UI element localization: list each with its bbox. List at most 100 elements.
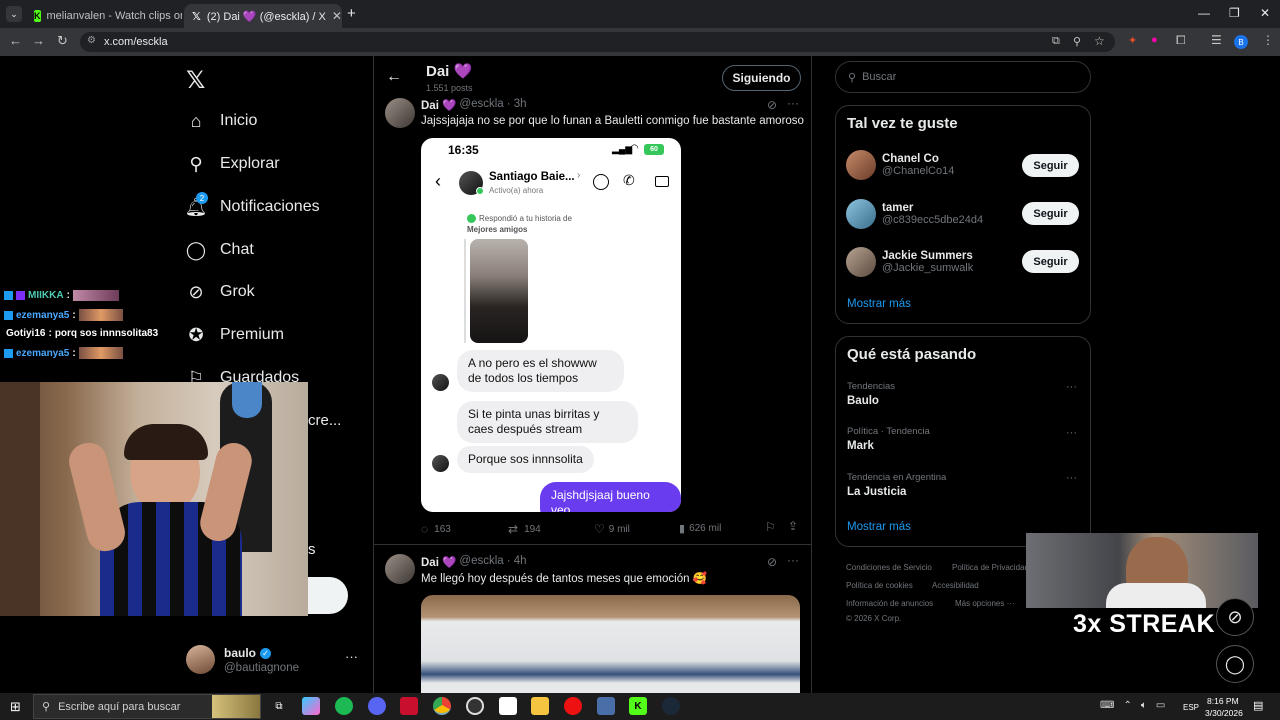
account-switcher[interactable]: baulo ✓ @bautiagnone ··· (186, 645, 361, 677)
sidebar-item-explorar[interactable]: ⚲ Explorar (186, 154, 279, 174)
sidebar-item-partial[interactable]: s (308, 541, 316, 558)
suggestion-item[interactable]: Jackie Summers @Jackie_sumwalk (846, 247, 973, 277)
post-time[interactable]: · 3h (507, 98, 527, 112)
minimize-icon[interactable]: — (1198, 6, 1210, 20)
obs-icon[interactable] (466, 697, 484, 715)
search-icon: ⚲ (848, 71, 857, 84)
show-more-link[interactable]: Mostrar más (847, 521, 911, 533)
post[interactable]: Dai 💜 @esckla · 4h ⊘ ··· Me llegó hoy de… (374, 551, 811, 693)
reading-list-icon[interactable]: ☰ (1211, 33, 1222, 47)
zoom-icon[interactable]: ⚲ (1073, 35, 1081, 48)
more-icon[interactable]: ··· (787, 96, 799, 110)
repost-button[interactable]: ⇄ 194 (508, 522, 541, 536)
suggestion-item[interactable]: tamer @c839ecc5dbe24d4 (846, 199, 983, 229)
opera-icon[interactable] (564, 697, 582, 715)
post-handle[interactable]: @esckla (459, 98, 503, 112)
app-icon[interactable] (499, 697, 517, 715)
footer-link[interactable]: Accesibilidad (932, 581, 979, 590)
post-time[interactable]: · 4h (507, 555, 527, 569)
clock-date[interactable]: 3/30/2026 (1205, 708, 1243, 718)
post[interactable]: Dai 💜 @esckla · 3h ⊘ ··· Jajssjajaja no … (374, 94, 811, 544)
sidebar-item-notificaciones[interactable]: 🔔︎ 2 Notificaciones (185, 192, 320, 217)
back-arrow-icon[interactable]: ← (386, 68, 402, 86)
notification-center-icon[interactable]: ▤ (1253, 699, 1263, 712)
back-icon[interactable]: ← (9, 33, 22, 48)
chrome-icon[interactable] (433, 697, 451, 715)
grok-icon[interactable]: ⊘ (767, 98, 777, 112)
search-input[interactable]: ⚲ Buscar (835, 61, 1091, 93)
footer-link[interactable]: Política de cookies (846, 581, 913, 590)
grok-float-button[interactable]: ⊘ (1216, 598, 1254, 636)
menu-kebab-icon[interactable]: ⋮ (1262, 33, 1274, 47)
more-icon[interactable]: ··· (345, 649, 358, 664)
tray-icons[interactable]: ⌨ ⌃ 🔈︎ ▭ (1100, 700, 1165, 711)
chat-float-button[interactable]: ◯ (1216, 645, 1254, 683)
sidebar-item-chat[interactable]: ◯ Chat (186, 240, 254, 260)
bookmark-icon[interactable]: ⚐ (765, 520, 776, 534)
install-app-icon[interactable]: ⧉ (1052, 35, 1060, 48)
follow-button[interactable]: Seguir (1022, 250, 1079, 273)
sidebar-item-premium[interactable]: ✪ Premium (186, 325, 284, 345)
post-button-partial[interactable] (308, 577, 348, 614)
close-window-icon[interactable]: ✕ (1260, 6, 1270, 20)
file-explorer-icon[interactable] (531, 697, 549, 715)
forward-icon[interactable]: → (32, 33, 45, 48)
trend-item[interactable]: Política · Tendencia Mark (847, 426, 930, 452)
post-handle[interactable]: @esckla (459, 555, 503, 569)
sidebar-item-inicio[interactable]: ⌂ Inicio (186, 111, 258, 131)
more-icon[interactable]: ··· (1066, 472, 1077, 484)
show-more-link[interactable]: Mostrar más (847, 298, 911, 310)
tab-kick[interactable]: K melianvalen - Watch clips on K ✕ (26, 4, 182, 28)
trend-item[interactable]: Tendencias Baulo (847, 381, 895, 407)
follow-button[interactable]: Seguir (1022, 202, 1079, 225)
like-button[interactable]: ♡ 9 mil (594, 522, 630, 536)
post-image[interactable]: 16:35 ▂▄▆ ◠ 60 ‹ Santiago Baie... › Acti… (421, 138, 681, 512)
post-image[interactable] (421, 595, 800, 693)
more-icon[interactable]: ··· (1066, 427, 1077, 439)
steam-icon[interactable] (662, 697, 680, 715)
site-info-icon[interactable]: ⚙ (87, 35, 96, 46)
trend-item[interactable]: Tendencia en Argentina La Justicia (847, 472, 946, 498)
follow-button[interactable]: Seguir (1022, 154, 1079, 177)
more-icon[interactable]: ··· (787, 553, 799, 567)
suggestion-item[interactable]: Chanel Co @ChanelCo14 (846, 150, 954, 180)
share-icon[interactable]: ⇪ (788, 519, 798, 533)
reply-button[interactable]: ◌ 163 (421, 522, 451, 536)
extension-icon[interactable]: ● (1151, 34, 1158, 46)
tab-x[interactable]: 𝕏 (2) Dai 💜 (@esckla) / X ✕ (184, 4, 342, 28)
footer-link[interactable]: Política de Privacidad (952, 563, 1029, 572)
bookmark-star-icon[interactable]: ☆ (1094, 34, 1105, 48)
sidebar-item-create-partial[interactable]: cre... (308, 412, 341, 429)
footer-link[interactable]: Condiciones de Servicio (846, 563, 932, 572)
app-icon[interactable] (597, 697, 615, 715)
footer-link[interactable]: Más opciones ··· (955, 599, 1015, 608)
app-icon[interactable] (400, 697, 418, 715)
start-button[interactable]: ⊞ (10, 699, 21, 715)
post-author[interactable]: Dai 💜 (421, 555, 456, 569)
grok-icon[interactable]: ⊘ (767, 555, 777, 569)
tab-search-button[interactable]: ⌄ (6, 6, 22, 22)
copilot-icon[interactable] (302, 697, 320, 715)
restore-icon[interactable]: ❐ (1229, 6, 1240, 20)
profile-avatar[interactable]: B (1234, 35, 1248, 49)
address-bar[interactable]: ⚙ x.com/esckla ⧉ ⚲ ☆ (80, 32, 1115, 52)
sidebar-item-grok[interactable]: ⊘ Grok (186, 282, 254, 302)
taskbar-search[interactable]: ⚲ Escribe aquí para buscar (33, 694, 261, 719)
kick-icon[interactable]: K (629, 697, 647, 715)
x-logo-icon[interactable]: 𝕏 (186, 66, 205, 95)
language-indicator[interactable]: ESP (1183, 703, 1199, 712)
discord-icon[interactable] (368, 697, 386, 715)
following-button[interactable]: Siguiendo (722, 65, 801, 91)
reload-icon[interactable]: ↻ (57, 33, 68, 49)
new-tab-button[interactable]: + (347, 5, 356, 22)
post-author[interactable]: Dai 💜 (421, 98, 456, 112)
clock-time[interactable]: 8:16 PM (1207, 696, 1239, 706)
footer-link[interactable]: Información de anuncios (846, 599, 933, 608)
views-button[interactable]: ▮ 626 mil (679, 522, 721, 535)
spotify-icon[interactable] (335, 697, 353, 715)
close-icon[interactable]: ✕ (332, 9, 342, 23)
extensions-puzzle-icon[interactable]: ⧠ (1176, 33, 1186, 48)
extension-icon[interactable]: ✦ (1128, 34, 1137, 47)
more-icon[interactable]: ··· (1066, 381, 1077, 393)
task-view-icon[interactable]: ⧉ (270, 697, 288, 715)
